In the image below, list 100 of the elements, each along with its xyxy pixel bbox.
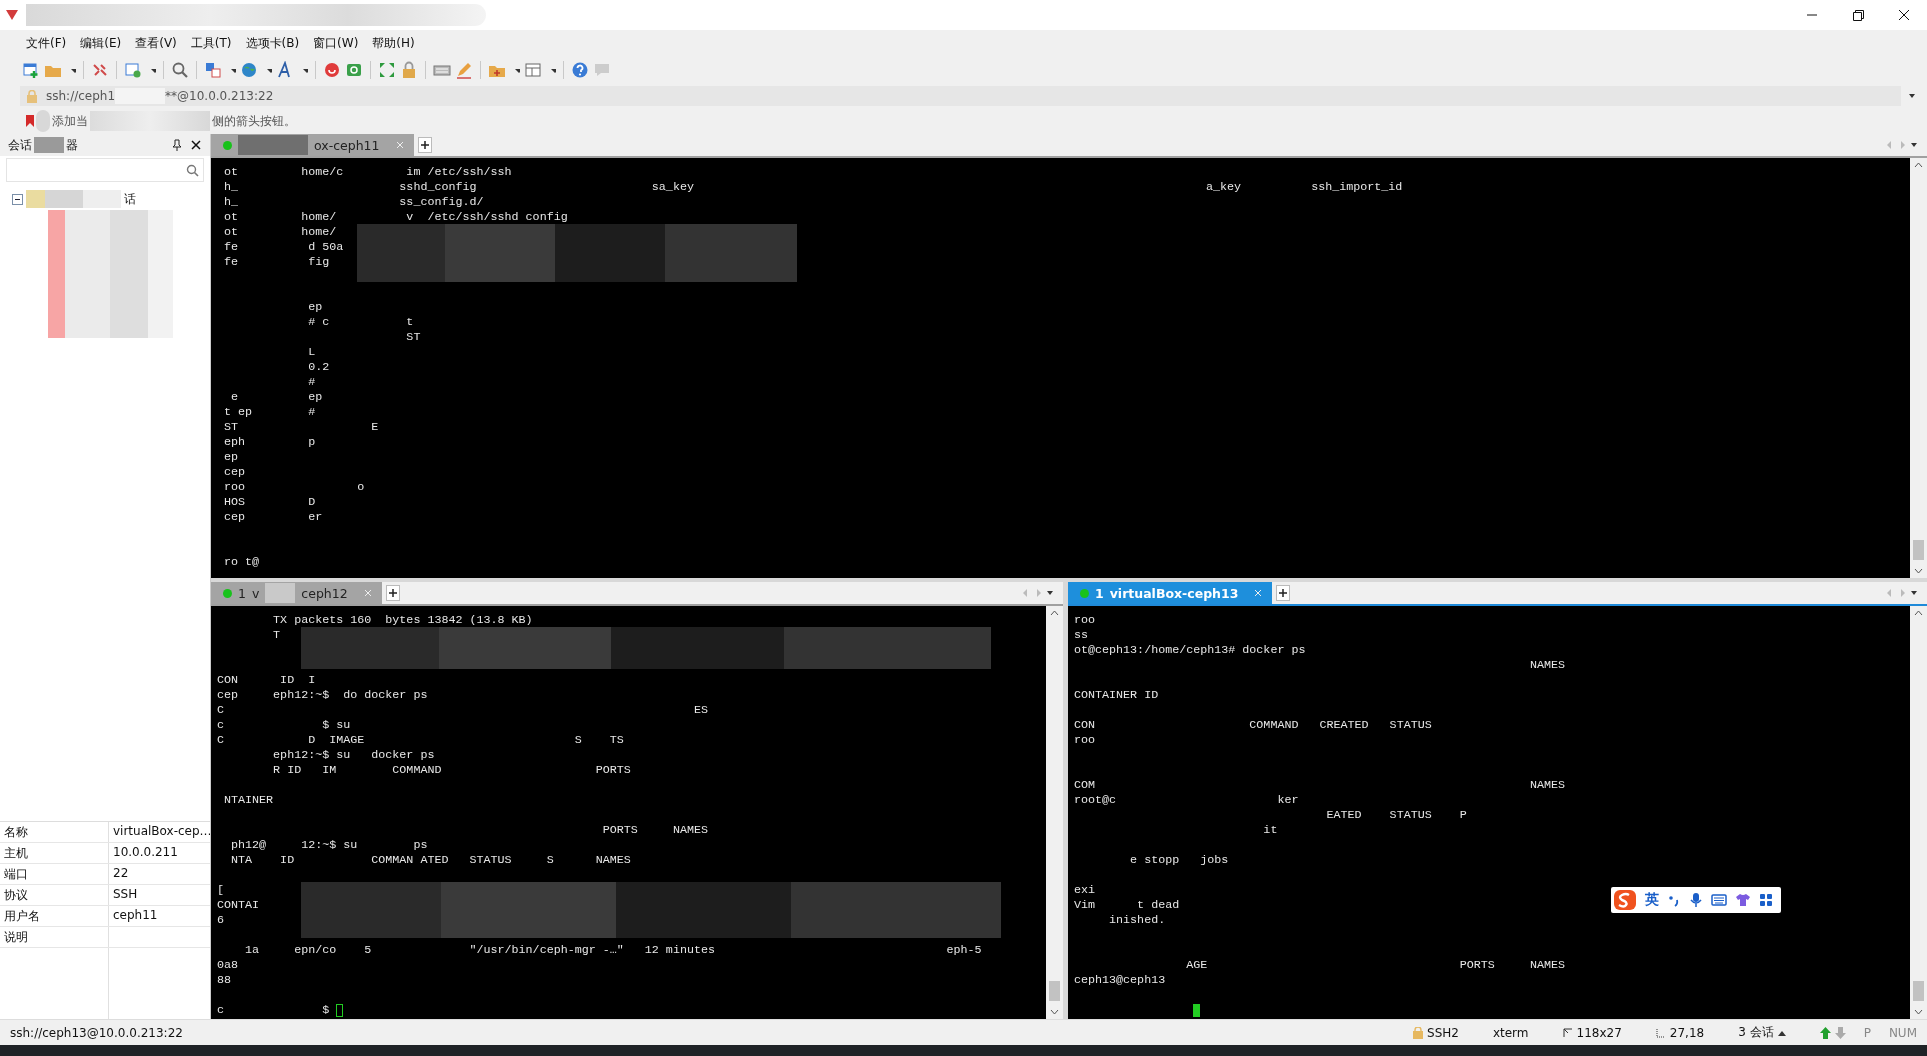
keyboard-icon[interactable] (1711, 893, 1727, 907)
swirl-icon[interactable] (323, 61, 341, 79)
status-text: xterm (1492, 1025, 1529, 1040)
session-tab[interactable]: 1 v ceph12 (211, 582, 382, 604)
panel-title: 会话 (8, 136, 32, 154)
property-value: 22 (108, 864, 210, 884)
terminal-line: ss (1074, 628, 1089, 643)
scrollbar[interactable] (1046, 606, 1063, 1019)
terminal-line: COM NAMES (1074, 778, 1565, 793)
shirt-icon[interactable] (1735, 893, 1751, 907)
scroll-thumb[interactable] (1913, 540, 1924, 560)
add-tab-icon[interactable] (1276, 585, 1291, 601)
terminal-line: eph12:~$ su docker ps (272, 748, 435, 763)
terminal-line: EATED STATUS P (1325, 808, 1467, 823)
redaction-blur (265, 583, 296, 603)
terminal-line: # (307, 375, 316, 390)
status-text: ssh://ceph13@10.0.0.213:22 (10, 1025, 183, 1040)
terminal-line: c $ su (217, 718, 351, 733)
terminal-line: R ID IM COMMAND PORTS (272, 763, 631, 778)
scroll-thumb[interactable] (1913, 981, 1924, 1001)
close-icon[interactable] (190, 139, 202, 151)
terminal-line: Vim t dead (1074, 898, 1180, 913)
menu-item[interactable]: 文件(F) (26, 32, 67, 54)
terminal-line: AGE PORTS NAMES (1185, 958, 1565, 973)
pen-icon[interactable] (455, 61, 473, 79)
menu-item[interactable]: 查看(V) (135, 32, 177, 54)
terminal-line: NAMES (1528, 658, 1565, 673)
terminal-line: h_ sshd_config sa_key a_key ssh_import_id (223, 180, 1403, 195)
box-icon[interactable] (345, 61, 363, 79)
terminal-line: CONTAINER ID (1074, 688, 1159, 703)
property-value: 10.0.0.211 (108, 843, 210, 863)
property-value: ceph11 (108, 906, 210, 926)
transfer-icon[interactable] (204, 61, 222, 79)
terminal-line: inished. (1108, 913, 1166, 928)
hint-text: 添加当 (52, 112, 88, 130)
terminal-line: ph12@ 12:~$ su ps (230, 838, 428, 853)
add-tab-icon[interactable] (385, 585, 400, 601)
lock-icon[interactable] (400, 61, 418, 79)
status-text: 118x27 (1576, 1025, 1622, 1040)
new-session-icon[interactable] (22, 61, 40, 79)
bookmark-icon (26, 115, 34, 127)
terminal-line: CON COMMAND CREATED STATUS (1074, 718, 1432, 733)
terminal-line: ST (405, 330, 421, 345)
terminal-line: HOS D (223, 495, 316, 510)
panel-title: 器 (66, 136, 78, 154)
terminal-line: NTAINER (223, 793, 274, 808)
property-value: SSH (108, 885, 210, 905)
terminal-line: CON ID I (217, 673, 316, 688)
status-text: NUM (1888, 1025, 1917, 1040)
terminal-line: roo (1074, 733, 1096, 748)
terminal-line: L (307, 345, 316, 360)
terminal-line: 6 (217, 913, 224, 928)
caret-up-icon[interactable] (1777, 1029, 1786, 1036)
terminal-line: ceph13@ceph13 (1074, 973, 1166, 988)
lock-icon (26, 89, 38, 103)
scroll-thumb[interactable] (1049, 981, 1060, 1001)
terminal-line: ro t@ (223, 555, 260, 570)
menu-item[interactable]: 窗口(W) (313, 32, 359, 54)
terminal-line: T (272, 628, 281, 643)
property-value: virtualBox-cep… (108, 822, 210, 842)
terminal-line: # c t (307, 315, 414, 330)
terminal-line: ST E (223, 420, 379, 435)
terminal-line: 0.2 (307, 360, 330, 375)
terminal-line: cep er (223, 510, 323, 525)
pin-icon[interactable] (172, 139, 182, 151)
menu-item[interactable]: 选项卡(B) (245, 32, 300, 54)
upload-arrow-icon (1819, 1026, 1831, 1039)
menu-item[interactable]: 工具(T) (190, 32, 232, 54)
scrollbar[interactable] (1910, 158, 1927, 578)
menu-item[interactable]: 帮助(H) (372, 32, 415, 54)
terminal-line: e ep (230, 390, 323, 405)
session-tab[interactable]: ox-ceph11 (211, 134, 414, 156)
search-field[interactable] (6, 158, 204, 182)
search-icon (186, 163, 199, 177)
search-icon[interactable] (171, 61, 189, 79)
terminal-line: roo (1074, 613, 1096, 628)
terminal-line: ot home/ (223, 225, 337, 240)
terminal-line: NTA ID COMMAN ATED STATUS S NAMES (230, 853, 631, 868)
expander-icon[interactable] (12, 193, 23, 205)
microphone-icon[interactable] (1689, 892, 1703, 908)
property-name: 说明 (3, 929, 29, 946)
add-tab-icon[interactable] (417, 137, 432, 153)
terminal-line: 0a8 (217, 958, 239, 973)
fullscreen-icon[interactable] (378, 61, 396, 79)
download-arrow-icon (1834, 1026, 1846, 1039)
terminal-line: root@c ker (1074, 793, 1299, 808)
ime-toolbar[interactable]: 英 (1611, 887, 1781, 913)
redaction-blur (238, 135, 308, 155)
s-logo-icon[interactable] (1613, 889, 1637, 911)
address-field[interactable]: ssh://ceph1 **@10.0.0.213:22 (20, 86, 1901, 106)
cursor-position-icon (1655, 1027, 1666, 1038)
property-name: 主机 (3, 845, 29, 862)
terminal-line: e stopp jobs (1129, 853, 1229, 868)
scrollbar[interactable] (1910, 606, 1927, 1019)
tree-item[interactable]: 话 (124, 190, 136, 208)
help-icon[interactable] (571, 61, 589, 79)
grid-icon[interactable] (1759, 893, 1773, 907)
ime-mode[interactable]: 英 (1645, 891, 1659, 909)
property-name: 协议 (3, 887, 29, 904)
menu-item[interactable]: 编辑(E) (80, 32, 122, 54)
